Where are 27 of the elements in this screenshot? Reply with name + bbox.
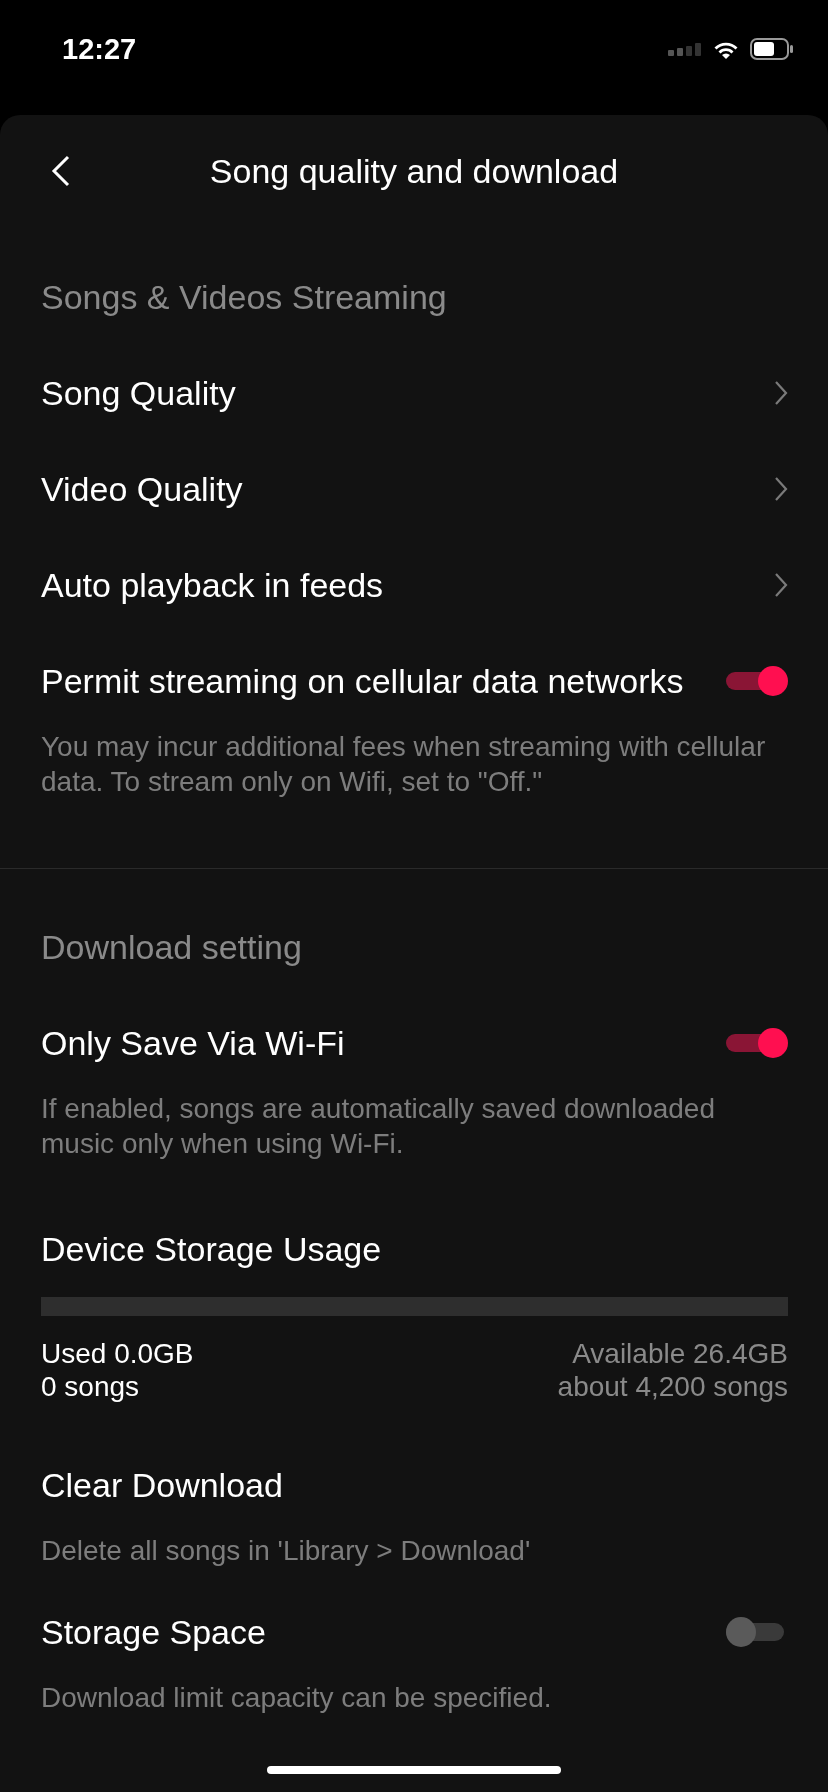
setting-label[interactable]: Video Quality [41, 469, 243, 509]
section-title: Download setting [41, 927, 302, 967]
page-title: Song quality and download [209, 151, 619, 191]
setting-note: You may incur additional fees when streaming with cellular data. To stream only on Wifi, set to "Off." [40, 730, 767, 799]
available-storage: Available 26.4GB [571, 1337, 788, 1370]
setting-note: If enabled, songs are automatically saved downloaded music only when using Wi-Fi. [40, 1092, 716, 1161]
available-songs: about 4,200 songs [557, 1370, 788, 1403]
status-time: 12:27 [62, 33, 137, 66]
used-songs: 0 songs [41, 1370, 141, 1403]
setting-label[interactable]: Clear Download [41, 1465, 283, 1505]
setting-label: Only Save Via Wi-Fi [41, 1023, 345, 1063]
setting-label: Storage Space [41, 1612, 266, 1652]
setting-note: Download limit capacity can be specified. [40, 1681, 553, 1715]
section-title: Songs & Videos Streaming [41, 277, 447, 317]
chevron-icon [774, 476, 788, 502]
setting-label: Permit streaming on cellular data networks [41, 661, 684, 701]
setting-note: Delete all songs in 'Library > Download' [40, 1534, 532, 1568]
used-storage: Used 0.0GB [41, 1337, 194, 1370]
setting-label[interactable]: Song Quality [41, 373, 236, 413]
battery-icon [750, 38, 794, 60]
chevron-icon [774, 380, 788, 406]
toggle-switch[interactable] [726, 1026, 788, 1060]
chevron-icon [774, 572, 788, 598]
setting-label[interactable]: Auto playback in feeds [41, 565, 384, 605]
toggle-switch[interactable] [726, 664, 788, 698]
setting-label: Device Storage Usage [41, 1229, 382, 1269]
signal-icon [668, 42, 702, 56]
